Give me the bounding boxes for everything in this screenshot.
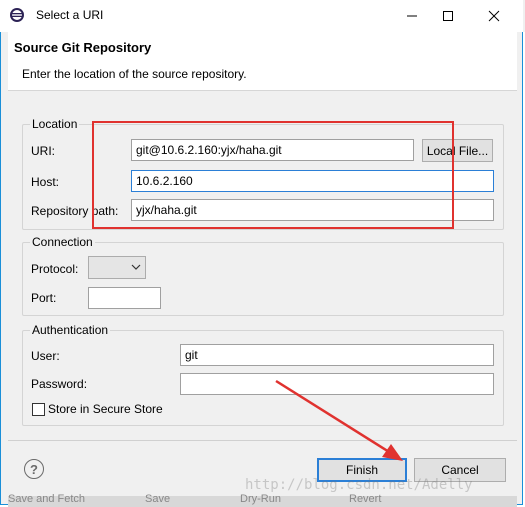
protocol-select[interactable] <box>88 256 146 279</box>
chevron-down-icon <box>131 264 141 270</box>
maximize-button[interactable] <box>426 0 470 31</box>
background-button-strip: Save and Fetch Save Dry-Run Revert <box>8 493 517 507</box>
close-icon <box>488 10 500 21</box>
connection-group-label: Connection <box>30 235 95 249</box>
location-group-label: Location <box>30 117 80 131</box>
bg-save-button: Save <box>145 493 171 505</box>
eclipse-app-icon <box>10 8 24 22</box>
authentication-group-label: Authentication <box>30 323 111 337</box>
title-bar[interactable]: Select a URI <box>0 0 523 32</box>
footer-separator <box>8 440 517 441</box>
minimize-icon <box>407 15 417 16</box>
bg-revert-button: Revert <box>349 493 382 505</box>
user-label: User: <box>31 349 60 363</box>
help-icon: ? <box>30 461 38 477</box>
page-title: Source Git Repository <box>14 40 152 55</box>
watermark-text: http://blog.csdn.net/Adelly <box>245 477 473 493</box>
highlight-box <box>92 121 454 229</box>
protocol-label: Protocol: <box>31 262 79 276</box>
secure-store-label: Store in Secure Store <box>48 402 163 416</box>
password-label: Password: <box>31 377 88 391</box>
user-input[interactable]: git <box>180 344 494 366</box>
maximize-icon <box>443 10 453 21</box>
port-input[interactable] <box>88 287 161 309</box>
host-label: Host: <box>31 175 60 189</box>
help-button[interactable]: ? <box>24 459 44 479</box>
window-title: Select a URI <box>36 8 104 22</box>
uri-label: URI: <box>31 144 55 158</box>
secure-store-checkbox[interactable] <box>32 403 45 416</box>
page-description: Enter the location of the source reposit… <box>22 67 247 81</box>
port-label: Port: <box>31 291 57 305</box>
red-arrow-annotation <box>275 379 403 461</box>
bg-save-and-fetch-button: Save and Fetch <box>8 493 86 505</box>
bg-dry-run-button: Dry-Run <box>240 493 281 505</box>
close-button[interactable] <box>472 0 516 31</box>
